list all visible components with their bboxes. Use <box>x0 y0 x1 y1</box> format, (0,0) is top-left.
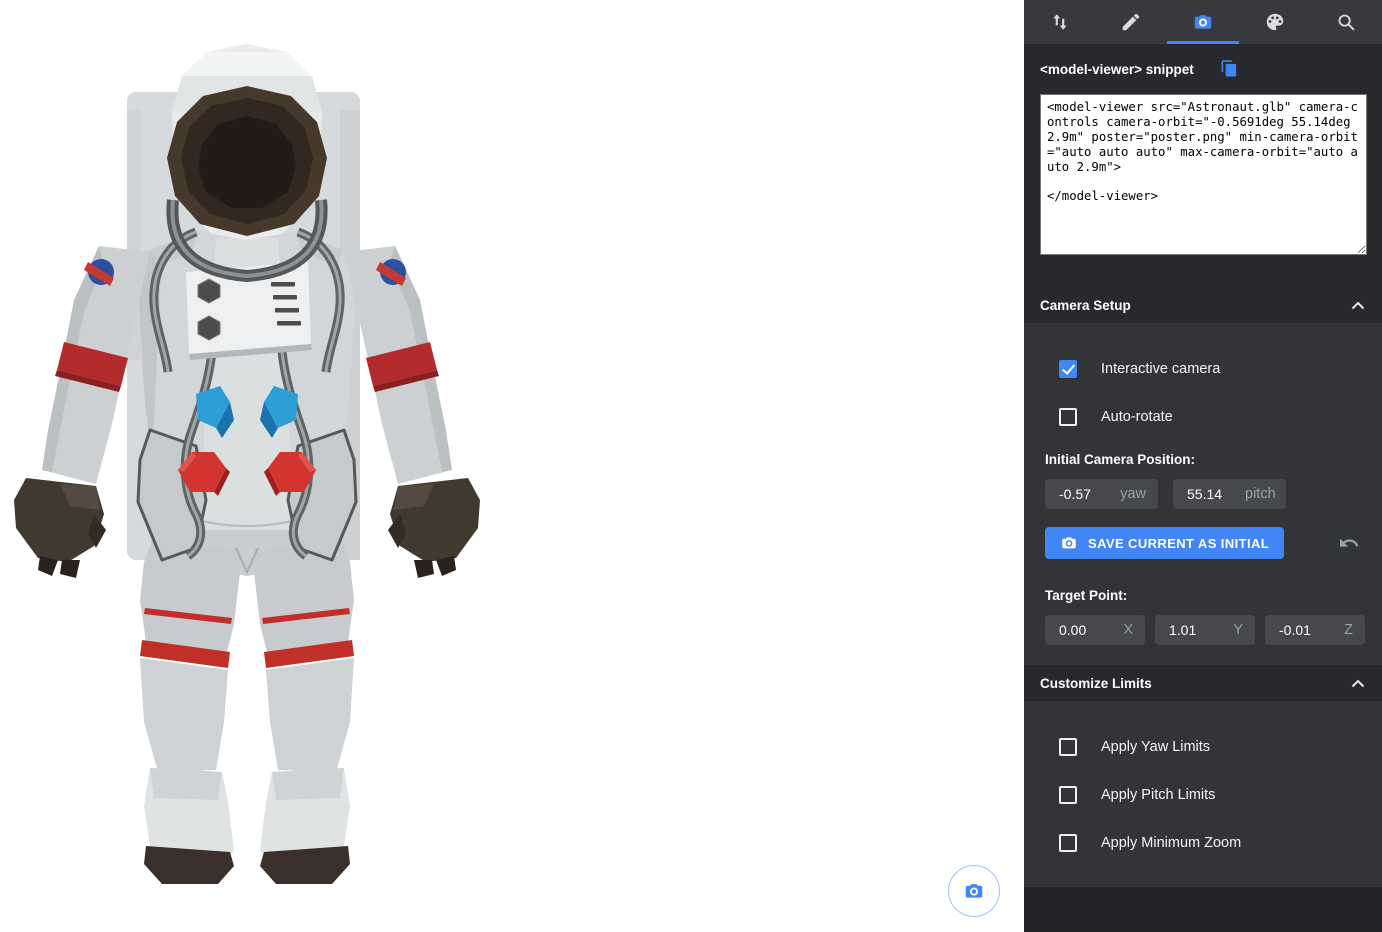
undo-icon <box>1338 534 1360 552</box>
yaw-field[interactable]: yaw <box>1045 479 1158 509</box>
camera-setup-body: Interactive camera Auto-rotate Initial C… <box>1024 323 1382 665</box>
tab-file-transforms[interactable] <box>1024 0 1096 44</box>
snippet-title: <model-viewer> snippet <box>1040 62 1194 77</box>
tab-camera[interactable] <box>1167 0 1239 44</box>
collapse-camera-setup-button[interactable] <box>1351 301 1365 310</box>
apply-minimum-zoom-label: Apply Minimum Zoom <box>1101 835 1241 851</box>
target-point-label: Target Point: <box>1045 588 1382 603</box>
apply-yaw-limits-label: Apply Yaw Limits <box>1101 739 1210 755</box>
interactive-camera-label: Interactive camera <box>1101 361 1220 377</box>
target-x-suffix: X <box>1123 622 1133 638</box>
apply-yaw-limits-checkbox[interactable] <box>1059 738 1077 756</box>
camera-setup-header[interactable]: Camera Setup <box>1024 287 1382 323</box>
pitch-input[interactable] <box>1187 486 1245 502</box>
palette-icon <box>1264 11 1286 33</box>
apply-pitch-limits-checkbox[interactable] <box>1059 786 1077 804</box>
customize-limits-body: Apply Yaw Limits Apply Pitch Limits Appl… <box>1024 701 1382 887</box>
target-z-input[interactable] <box>1279 622 1337 638</box>
pitch-suffix: pitch <box>1245 486 1276 502</box>
collapse-customize-limits-button[interactable] <box>1351 679 1365 688</box>
target-x-input[interactable] <box>1059 622 1117 638</box>
target-y-input[interactable] <box>1169 622 1227 638</box>
yaw-input[interactable] <box>1059 486 1117 502</box>
target-z-field[interactable]: Z <box>1265 615 1365 645</box>
interactive-camera-checkbox[interactable] <box>1059 360 1077 378</box>
snippet-section: <model-viewer> snippet <model-viewer src… <box>1024 44 1382 287</box>
model-viewer-editor: <model-viewer> snippet <model-viewer src… <box>0 0 1382 932</box>
panel-bottom-filler <box>1024 887 1382 932</box>
tab-edit[interactable] <box>1096 0 1168 44</box>
customize-limits-title: Customize Limits <box>1040 676 1152 691</box>
swap-vertical-icon <box>1049 11 1071 33</box>
snippet-code-textarea[interactable]: <model-viewer src="Astronaut.glb" camera… <box>1040 94 1367 255</box>
save-button-label: SAVE CURRENT AS INITIAL <box>1088 536 1269 551</box>
reset-camera-button[interactable] <box>1338 534 1360 552</box>
customize-limits-header[interactable]: Customize Limits <box>1024 665 1382 701</box>
astronaut-model[interactable] <box>0 0 512 932</box>
yaw-suffix: yaw <box>1120 486 1146 502</box>
camera-icon <box>1060 534 1078 552</box>
tab-materials[interactable] <box>1239 0 1311 44</box>
search-icon <box>1335 11 1357 33</box>
apply-pitch-limits-label: Apply Pitch Limits <box>1101 787 1215 803</box>
editor-panel: <model-viewer> snippet <model-viewer src… <box>1024 0 1382 932</box>
panel-toolbar <box>1024 0 1382 44</box>
copy-snippet-button[interactable] <box>1220 58 1239 80</box>
auto-rotate-label: Auto-rotate <box>1101 409 1173 425</box>
initial-camera-position-label: Initial Camera Position: <box>1045 452 1382 467</box>
target-x-field[interactable]: X <box>1045 615 1145 645</box>
target-z-suffix: Z <box>1344 622 1353 638</box>
camera-setup-title: Camera Setup <box>1040 298 1131 313</box>
capture-poster-button[interactable] <box>948 865 1000 917</box>
active-tab-indicator <box>1167 41 1239 44</box>
tab-inspector[interactable] <box>1310 0 1382 44</box>
copy-icon <box>1220 58 1239 80</box>
model-viewport[interactable] <box>0 0 1024 932</box>
edit-pencil-icon <box>1120 11 1142 33</box>
pitch-field[interactable]: pitch <box>1173 479 1286 509</box>
auto-rotate-checkbox[interactable] <box>1059 408 1077 426</box>
chevron-up-icon <box>1351 301 1365 310</box>
camera-icon <box>963 880 985 902</box>
target-y-field[interactable]: Y <box>1155 615 1255 645</box>
save-current-as-initial-button[interactable]: SAVE CURRENT AS INITIAL <box>1045 527 1284 559</box>
apply-minimum-zoom-checkbox[interactable] <box>1059 834 1077 852</box>
chevron-up-icon <box>1351 679 1365 688</box>
camera-icon <box>1192 11 1214 33</box>
target-y-suffix: Y <box>1233 622 1243 638</box>
